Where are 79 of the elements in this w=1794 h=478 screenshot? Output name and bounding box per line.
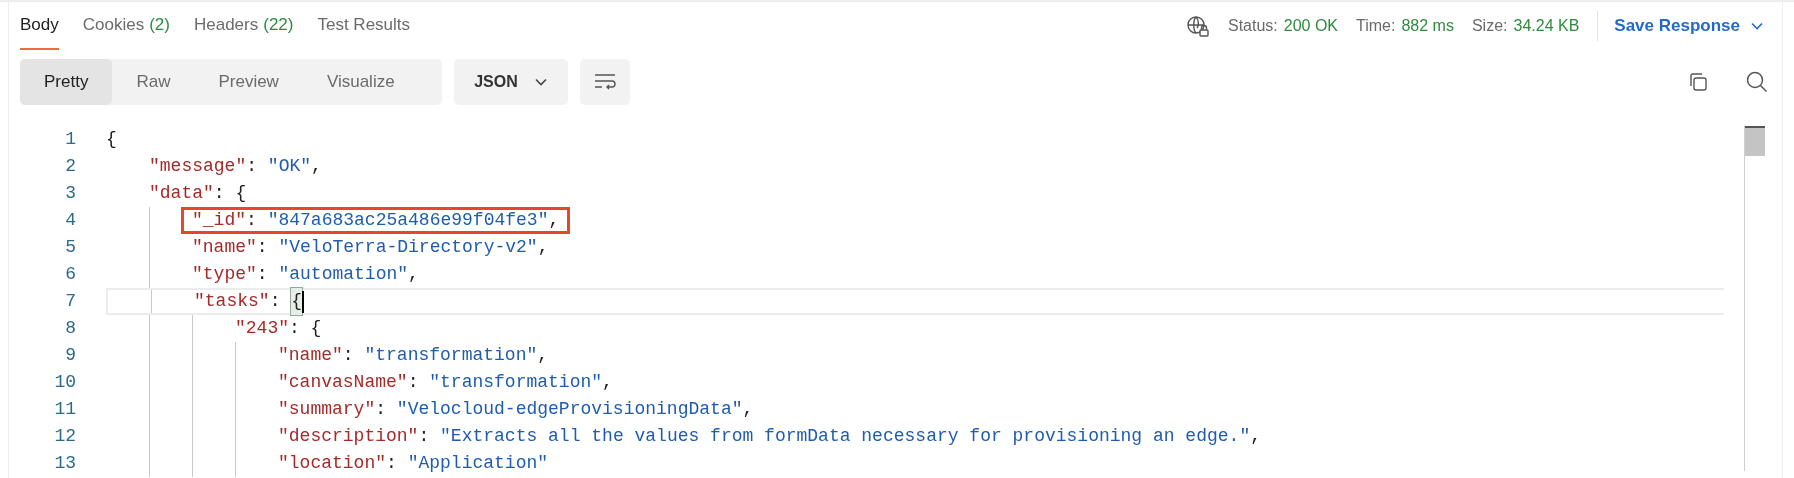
line-number: 2 — [64, 155, 76, 178]
json-key: "data" — [149, 180, 214, 207]
json-key: "location" — [278, 450, 387, 477]
json-punctuation: : — [256, 236, 269, 259]
line-number: 8 — [64, 317, 76, 340]
wrap-lines-button[interactable] — [580, 59, 630, 105]
json-string: "VeloTerra-Directory-v2" — [278, 236, 538, 259]
json-punctuation: , — [311, 155, 322, 178]
response-tab[interactable]: Body — [20, 2, 59, 50]
json-punctuation: : — [386, 452, 398, 475]
json-key: "summary" — [278, 396, 376, 423]
json-key: "description" — [278, 423, 419, 450]
status-value: 882 ms — [1401, 16, 1454, 36]
line-number: 10 — [53, 371, 76, 394]
json-key: "canvasName" — [278, 369, 408, 396]
json-punctuation: : — [246, 155, 259, 178]
json-string: "transformation" — [364, 344, 538, 367]
json-string: "Application" — [407, 452, 549, 475]
scrollbar[interactable] — [1744, 126, 1766, 471]
line-number: 5 — [64, 236, 76, 259]
json-punctuation: , — [537, 344, 549, 367]
json-punctuation: : — [269, 290, 282, 313]
json-punctuation: , — [602, 371, 613, 394]
json-punctuation: : — [342, 344, 355, 367]
json-key: "_id" — [192, 207, 246, 234]
json-string: "OK" — [267, 155, 312, 178]
json-punctuation: : { — [289, 317, 322, 340]
view-mode-tab[interactable]: Preview — [194, 59, 303, 105]
json-punctuation: , — [742, 398, 754, 421]
text-cursor — [302, 290, 305, 313]
json-punctuation: : — [246, 209, 258, 232]
line-number: 11 — [53, 398, 76, 421]
json-punctuation: : — [375, 398, 388, 421]
line-number: 6 — [64, 263, 76, 286]
status-value: 34.24 KB — [1513, 16, 1580, 36]
json-key: "tasks" — [194, 288, 270, 315]
line-number: 9 — [64, 344, 76, 367]
json-punctuation: , — [537, 236, 549, 259]
response-tab[interactable]: Test Results — [317, 2, 411, 50]
line-number: 12 — [53, 425, 76, 448]
response-tab[interactable]: Headers (22) — [193, 2, 294, 50]
line-number: 13 — [53, 452, 76, 475]
json-key: "name" — [192, 234, 257, 261]
json-key: "name" — [278, 342, 343, 369]
json-punctuation: : — [407, 371, 420, 394]
line-number: 4 — [64, 209, 76, 232]
status-label: Time: — [1356, 16, 1396, 36]
json-string: "847a683ac25a486e99f04fe3" — [267, 209, 549, 232]
line-number: 3 — [64, 182, 76, 205]
json-string: "automation" — [278, 263, 409, 286]
json-punctuation: , — [548, 209, 560, 232]
matched-bracket: { — [291, 288, 303, 315]
json-punctuation: : — [418, 425, 431, 448]
json-key: "243" — [235, 315, 289, 342]
search-icon[interactable] — [1745, 70, 1769, 94]
json-key: "message" — [149, 153, 247, 180]
wrap-lines-icon — [593, 72, 617, 92]
json-punctuation: , — [408, 263, 419, 286]
json-punctuation: : { — [213, 182, 247, 205]
status-label: Size: — [1471, 16, 1508, 36]
line-number: 7 — [64, 290, 76, 313]
status-value: 200 OK — [1283, 16, 1339, 36]
response-tab[interactable]: Cookies (2) — [82, 2, 170, 50]
copy-icon[interactable] — [1687, 71, 1709, 93]
json-punctuation: { — [106, 128, 117, 151]
view-mode-tab[interactable]: Raw — [112, 59, 195, 105]
line-number: 1 — [64, 128, 76, 151]
json-punctuation: , — [1250, 425, 1261, 448]
json-string: "transformation" — [429, 371, 603, 394]
json-punctuation: : — [256, 263, 269, 286]
save-response-button[interactable]: Save Response — [1614, 13, 1764, 39]
view-mode-tab[interactable]: Visualize — [302, 59, 419, 105]
json-string: "Velocloud-edgeProvisioningData" — [396, 398, 743, 421]
status-label: Status: — [1227, 16, 1278, 36]
globe-lock-icon[interactable] — [1185, 14, 1210, 38]
view-mode-tab[interactable]: Pretty — [20, 59, 113, 105]
format-dropdown[interactable]: JSON — [454, 59, 568, 105]
json-key: "type" — [192, 261, 257, 288]
json-string: "Extracts all the values from formData necessary for provisioning an edge." — [440, 425, 1251, 448]
